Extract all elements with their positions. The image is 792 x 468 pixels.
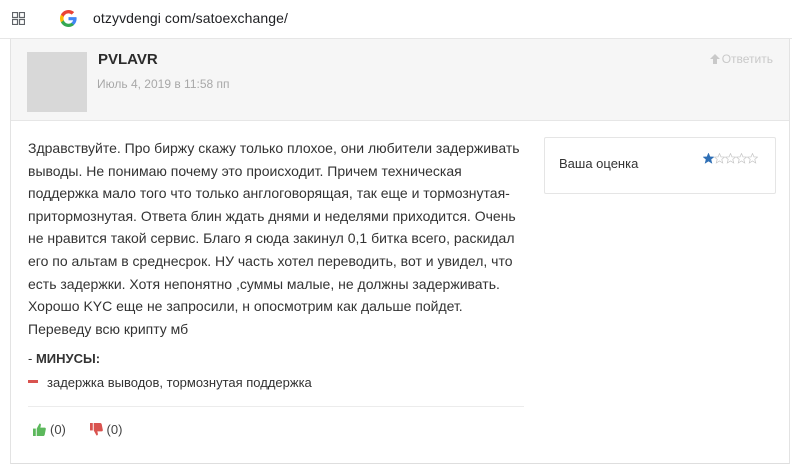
rating-widget: Ваша оценка [544,137,776,194]
browser-address-bar: otzyvdengi com/satoexchange/ [0,0,792,39]
comment-line: Хорошо KYC еще не запросили, н опосмотри… [28,298,463,315]
comment-body: Здравствуйте. Про биржу скажу только пло… [28,137,528,340]
author-name[interactable]: PVLAVR [98,51,158,68]
star-icon[interactable] [703,153,714,164]
reply-button[interactable]: Ответить [709,52,773,66]
cons-item: задержка выводов, тормознутая поддержка [28,375,312,390]
star-icon[interactable] [714,153,725,164]
user-silhouette-icon [27,52,87,112]
minus-icon [28,380,38,384]
rating-stars[interactable] [703,153,758,164]
url-text[interactable]: otzyvdengi com/satoexchange/ [93,10,288,26]
star-icon[interactable] [747,153,758,164]
comment-date: Июль 4, 2019 в 11:58 пп [97,77,230,91]
vote-bar: (0) (0) [33,422,142,439]
comment-header: PVLAVR Июль 4, 2019 в 11:58 пп Ответить [11,39,789,121]
google-g-icon [60,10,77,27]
star-icon[interactable] [736,153,747,164]
comment-line: поддержка мало того что только англогово… [28,185,510,202]
thumbs-down-icon [89,423,103,436]
comment-line: его по альтам в среднесрок. НУ часть хот… [28,252,513,269]
like-button[interactable]: (0) [33,422,66,437]
cons-title: МИНУСЫ: [35,351,101,366]
like-count: (0) [50,422,66,437]
dislike-count: (0) [106,422,123,437]
rating-label: Ваша оценка [559,156,639,171]
comment-line: выводы. Не понимаю почему это происходит… [28,162,462,179]
apps-grid-icon[interactable] [12,12,25,25]
cons-prefix: - [28,351,36,366]
comment-line: не нравится такой сервис. Благо я сюда з… [28,230,515,247]
comment-card: PVLAVR Июль 4, 2019 в 11:58 пп Ответить … [10,39,790,464]
divider [28,406,524,407]
avatar [27,52,87,112]
dislike-button[interactable]: (0) [89,422,123,437]
reply-label: Ответить [721,52,773,66]
comment-line: Здравствуйте. Про биржу скажу только пло… [28,140,520,156]
comment-line: есть задержки. Хотя непонятно ,суммы мал… [28,275,500,292]
thumbs-up-icon [33,423,46,436]
comment-line: Переведу всю крипту мб [28,320,189,337]
star-icon[interactable] [725,153,736,164]
cons-heading: - МИНУСЫ: [28,351,100,366]
comment-line: притормознутая. Ответа блин ждать днями … [28,207,516,224]
reply-arrow-icon [709,54,720,64]
cons-item-text: задержка выводов, тормознутая поддержка [47,375,312,390]
